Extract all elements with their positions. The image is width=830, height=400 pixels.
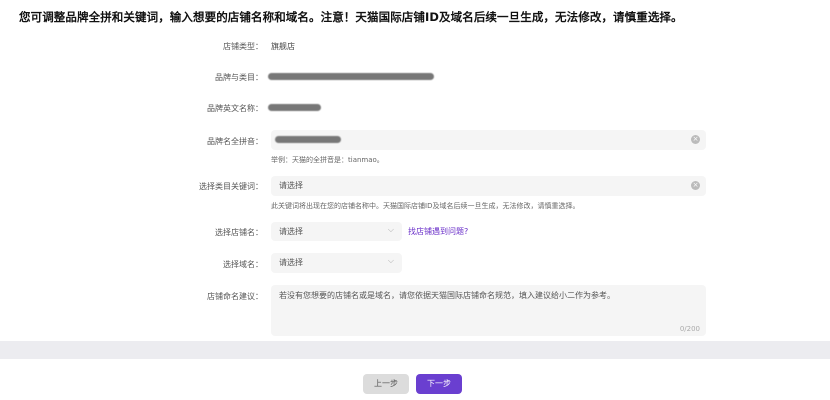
chevron-down-icon: ⌵ [387, 225, 394, 234]
page-notice: 您可调整品牌全拼和关键词，输入想要的店铺名称和域名。注意！天猫国际店铺ID及域名… [19, 10, 683, 24]
next-step-button[interactable]: 下一步 [416, 374, 462, 394]
brand-category-label: 品牌与类目： [215, 73, 263, 82]
clear-circle-icon[interactable]: × [691, 181, 700, 190]
brand-english-redacted [268, 104, 321, 111]
footer-divider [0, 341, 830, 359]
brand-pinyin-hint: 举例：天猫的全拼音是：tianmao。 [271, 156, 384, 164]
suggestion-placeholder: 若没有您想要的店铺名或是域名，请您依据天猫国际店铺命名规范，填入建议给小二作为参… [279, 291, 615, 300]
store-name-placeholder: 请选择 [279, 227, 303, 236]
prev-step-button[interactable]: 上一步 [363, 374, 409, 394]
brand-category-redacted [268, 73, 434, 80]
store-name-page: 您可调整品牌全拼和关键词，输入想要的店铺名称和域名。注意！天猫国际店铺ID及域名… [0, 0, 830, 400]
category-keyword-placeholder: 请选择 [279, 181, 303, 190]
suggestion-char-counter: 0/200 [679, 325, 700, 333]
store-type-value: 旗舰店 [271, 42, 295, 51]
domain-placeholder: 请选择 [279, 258, 303, 267]
domain-label: 选择域名： [223, 260, 263, 269]
store-name-help-link[interactable]: 找店铺遇到问题? [408, 226, 468, 237]
suggestion-textarea[interactable]: 若没有您想要的店铺名或是域名，请您依据天猫国际店铺命名规范，填入建议给小二作为参… [271, 285, 706, 336]
store-type-label: 店铺类型： [223, 42, 263, 51]
brand-pinyin-redacted [275, 136, 341, 143]
store-name-select[interactable]: 请选择 ⌵ [271, 222, 402, 241]
brand-pinyin-input[interactable]: × [271, 130, 706, 150]
brand-pinyin-label: 品牌名全拼音： [207, 137, 263, 146]
category-keyword-select[interactable]: 请选择 × [271, 176, 706, 196]
chevron-down-icon: ⌵ [387, 256, 394, 265]
store-name-label: 选择店铺名： [215, 228, 263, 237]
category-keyword-hint: 此关键词将出现在您的店铺名称中。天猫国际店铺ID及域名后续一旦生成，无法修改，请… [271, 202, 580, 210]
clear-circle-icon[interactable]: × [691, 135, 700, 144]
category-keyword-label: 选择类目关键词： [199, 182, 263, 191]
brand-english-label: 品牌英文名称： [207, 104, 263, 113]
suggestion-label: 店铺命名建议： [207, 292, 263, 301]
domain-select[interactable]: 请选择 ⌵ [271, 253, 402, 273]
